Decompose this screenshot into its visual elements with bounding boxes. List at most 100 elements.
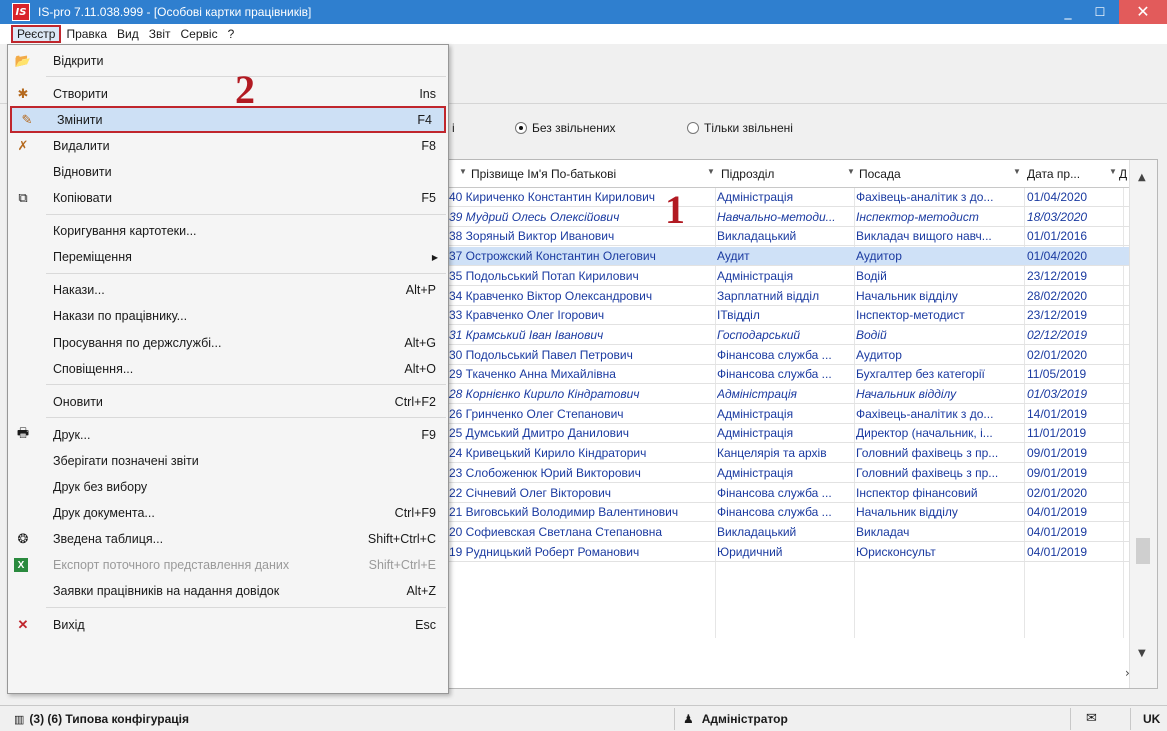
cell-dept: Адміністрація [717, 465, 794, 480]
column-header-dept[interactable]: Підрозділ [721, 167, 774, 181]
menu-item-label: Переміщення [53, 250, 132, 265]
cell-hire-date: 28/02/2020 [1027, 288, 1088, 303]
menu-report[interactable]: Звіт [144, 25, 176, 43]
cell-hire-date: 01/03/2019 [1027, 387, 1088, 401]
menu-item-16[interactable]: Оновити Ctrl+F2 [8, 388, 448, 415]
close-button[interactable]: ✕ [1119, 0, 1167, 24]
table-row[interactable]: 39 Мудрий Олесь Олексійович Навчально-мет… [449, 208, 1129, 227]
cell-hire-date: 01/04/2020 [1027, 249, 1088, 264]
menu-item-18[interactable]: 🖶 Друк... F9 [8, 421, 448, 448]
radio-without-fired[interactable]: Без звільнених [515, 121, 616, 135]
menu-view[interactable]: Вид [112, 25, 144, 43]
menu-item-8[interactable]: Коригування картотеки... [8, 218, 448, 245]
menu-item-20[interactable]: Друк без вибору [8, 474, 448, 501]
printer-icon: 🖶 [16, 424, 30, 440]
scroll-right-icon[interactable]: › [1125, 666, 1130, 680]
menu-service[interactable]: Сервіс [176, 25, 223, 43]
cell-dept: Фінансова служба ... [717, 347, 832, 362]
column-header-position[interactable]: Посада [859, 167, 901, 181]
menu-item-26[interactable]: ✕ Вихід Esc [8, 611, 448, 638]
menu-item-label: Зберігати позначені звіти [53, 453, 199, 468]
menu-item-label: Друк документа... [53, 506, 155, 521]
column-header-name[interactable]: Прізвище Ім'я По-батькові [471, 167, 616, 181]
filter-label-fragment: і [452, 121, 455, 135]
menu-item-3[interactable]: ✎ Змінити F4 [10, 106, 446, 134]
menu-item-shortcut: Alt+G [404, 335, 436, 350]
radio-unchecked-icon[interactable] [687, 122, 699, 134]
table-row[interactable]: 40 Кириченко Константин Кирилович Адмініс… [449, 188, 1129, 207]
menu-item-12[interactable]: Накази по працівнику... [8, 303, 448, 330]
menu-item-shortcut: F4 [417, 112, 432, 127]
cell-name: 31 Крамський Іван Іванович [449, 327, 604, 342]
menu-item-19[interactable]: Зберігати позначені звіти [8, 447, 448, 474]
employees-grid[interactable]: ▼ Прізвище Ім'я По-батькові ▼ Підрозділ … [448, 159, 1158, 689]
cell-position: Начальник відділу [856, 505, 958, 520]
table-row[interactable]: 28 Корнієнко Кирило Кіндратович Адміністр… [449, 385, 1129, 404]
vertical-scrollbar[interactable]: ▲ ▼ [1129, 160, 1157, 688]
grid-header: ▼ Прізвище Ім'я По-батькові ▼ Підрозділ … [449, 160, 1157, 188]
table-row[interactable]: 33 Кравченко Олег Ігорович ІТвідділ Інспек… [449, 306, 1129, 326]
menu-registry[interactable]: Реєстр [11, 25, 62, 43]
menu-edit[interactable]: Правка [61, 25, 112, 43]
minimize-button[interactable]: _ [1053, 0, 1083, 24]
cell-name: 33 Кравченко Олег Ігорович [449, 308, 605, 323]
menu-item-22[interactable]: ❂ Зведена таблиця... Shift+Ctrl+C [8, 526, 448, 553]
filter-arrow-icon[interactable]: ▼ [1109, 167, 1117, 176]
menu-item-6[interactable]: ⧉ Копіювати F5 [8, 185, 448, 212]
menu-item-2[interactable]: ✱ Створити Ins [8, 80, 448, 107]
table-row[interactable]: 23 Слобоженюк Юрий Викторович Адміністрац… [449, 464, 1129, 483]
column-header-hire-date[interactable]: Дата пр... [1027, 167, 1080, 181]
mail-icon[interactable]: ✉ [1086, 710, 1097, 726]
table-row[interactable]: 25 Думський Дмитро Данилович Адміністраці… [449, 424, 1129, 444]
menu-item-24[interactable]: Заявки працівників на надання довідок Alt… [8, 578, 448, 605]
cell-hire-date: 02/12/2019 [1027, 327, 1088, 342]
table-row[interactable]: 30 Подольський Павел Петрович Фінансова с… [449, 346, 1129, 365]
menu-item-0[interactable]: 📂 Відкрити [8, 47, 448, 74]
table-row[interactable]: 37 Острожский Константин Олегович Аудит Ау… [449, 247, 1129, 267]
scroll-thumb[interactable] [1136, 538, 1150, 564]
column-header-extra[interactable]: Д [1119, 167, 1127, 181]
delete-doc-icon: ✗ [17, 137, 29, 153]
filter-arrow-icon[interactable]: ▼ [1013, 167, 1021, 176]
menu-item-14[interactable]: Сповіщення... Alt+O [8, 355, 448, 382]
table-row[interactable]: 21 Виговський Володимир Валентинович Фіна… [449, 503, 1129, 523]
table-row[interactable]: 34 Кравченко Віктор Олександрович Зарплат… [449, 287, 1129, 306]
table-row[interactable]: 24 Кривецький Кирило Кіндраторич Канцеляр… [449, 444, 1129, 464]
scroll-down-icon[interactable]: ▼ [1138, 648, 1146, 659]
menu-item-label: Змінити [57, 112, 103, 127]
table-row[interactable]: 31 Крамський Іван Іванович Господарський В… [449, 326, 1129, 345]
table-row[interactable]: 38 Зоряный Виктор Иванович Викладацький Ви… [449, 227, 1129, 247]
config-status: ▥ (3) (6) Типова конфігурація [14, 712, 189, 726]
menu-item-11[interactable]: Накази... Alt+P [8, 277, 448, 304]
table-row[interactable]: 19 Рудницький Роберт Романович Юридичний Ю… [449, 543, 1129, 562]
cell-dept: Викладацький [717, 229, 797, 244]
menu-item-13[interactable]: Просування по держслужбі... Alt+G [8, 329, 448, 356]
radio-only-fired[interactable]: Тільки звільнені [687, 121, 793, 135]
cell-name: 24 Кривецький Кирило Кіндраторич [449, 446, 647, 461]
cell-dept: Навчально-методи... [717, 209, 836, 224]
language-indicator[interactable]: UK [1143, 712, 1160, 726]
status-bar: ▥ (3) (6) Типова конфігурація ♟ Адмініст… [0, 705, 1167, 731]
menu-item-23[interactable]: X Експорт поточного представлення даних Sh… [8, 552, 448, 579]
table-row[interactable]: 29 Ткаченко Анна Михайлівна Фінансова слу… [449, 365, 1129, 385]
edit-doc-icon: ✎ [21, 111, 33, 127]
menu-separator [46, 607, 446, 608]
filter-arrow-icon[interactable]: ▼ [459, 167, 467, 176]
annotation-step-1: 1 [665, 187, 685, 232]
filter-arrow-icon[interactable]: ▼ [847, 167, 855, 176]
cell-hire-date: 02/01/2020 [1027, 347, 1088, 362]
menu-item-9[interactable]: Переміщення ▶ [8, 244, 448, 271]
scroll-up-icon[interactable]: ▲ [1138, 172, 1146, 183]
cell-dept: Господарський [717, 327, 801, 342]
table-row[interactable]: 22 Січневий Олег Вікторович Фінансова слу… [449, 484, 1129, 503]
table-row[interactable]: 35 Подольський Потап Кирилович Адміністра… [449, 267, 1129, 286]
radio-checked-icon[interactable] [515, 122, 527, 134]
table-row[interactable]: 20 Софиевская Светлана Степановна Виклада… [449, 523, 1129, 542]
menu-item-21[interactable]: Друк документа... Ctrl+F9 [8, 500, 448, 527]
maximize-button[interactable]: ☐ [1085, 0, 1115, 24]
menu-item-4[interactable]: ✗ Видалити F8 [8, 132, 448, 159]
filter-arrow-icon[interactable]: ▼ [707, 167, 715, 176]
menu-item-5[interactable]: Відновити [8, 158, 448, 185]
menu-help[interactable]: ? [223, 25, 240, 43]
table-row[interactable]: 26 Гринченко Олег Степанович Адміністраці… [449, 405, 1129, 424]
